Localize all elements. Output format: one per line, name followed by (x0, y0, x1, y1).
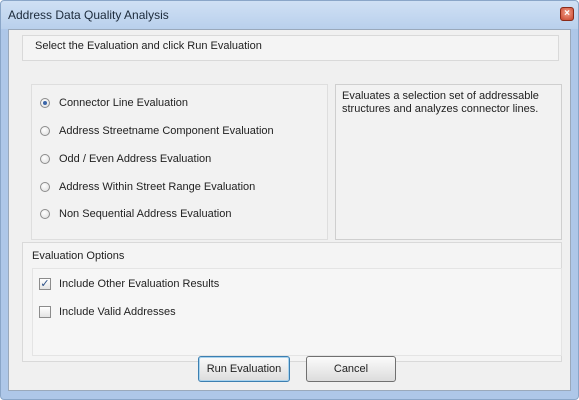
run-evaluation-button[interactable]: Run Evaluation (198, 356, 290, 382)
radio-button[interactable] (40, 126, 50, 136)
dialog-window: Address Data Quality Analysis × Select t… (0, 0, 579, 400)
checkbox-label[interactable]: Include Valid Addresses (59, 306, 176, 318)
radio-address-streetname-component-evaluation[interactable]: Address Streetname Component Evaluation (40, 123, 274, 139)
description-panel: Evaluates a selection set of addressable… (335, 84, 562, 240)
description-text: Evaluates a selection set of addressable… (342, 90, 539, 115)
checkbox[interactable]: ✓ (39, 278, 51, 290)
radio-button[interactable] (40, 182, 50, 192)
close-icon[interactable]: × (560, 7, 574, 21)
title-bar[interactable]: Address Data Quality Analysis × (1, 1, 578, 29)
radio-label[interactable]: Non Sequential Address Evaluation (59, 208, 231, 220)
radio-address-within-street-range-evaluation[interactable]: Address Within Street Range Evaluation (40, 179, 255, 195)
radio-button[interactable] (40, 98, 50, 108)
checkbox[interactable] (39, 306, 51, 318)
radio-label[interactable]: Connector Line Evaluation (59, 97, 188, 109)
dialog-client-area: Select the Evaluation and click Run Eval… (8, 29, 571, 391)
radio-label[interactable]: Address Within Street Range Evaluation (59, 181, 255, 193)
radio-label[interactable]: Odd / Even Address Evaluation (59, 153, 211, 165)
radio-non-sequential-address-evaluation[interactable]: Non Sequential Address Evaluation (40, 206, 231, 222)
instructions-text: Select the Evaluation and click Run Eval… (35, 40, 262, 52)
cancel-button[interactable]: Cancel (306, 356, 396, 382)
checkbox-include-valid-addresses[interactable]: Include Valid Addresses (39, 304, 176, 320)
radio-button[interactable] (40, 209, 50, 219)
checkbox-label[interactable]: Include Other Evaluation Results (59, 278, 219, 290)
radio-label[interactable]: Address Streetname Component Evaluation (59, 125, 274, 137)
radio-connector-line-evaluation[interactable]: Connector Line Evaluation (40, 95, 188, 111)
evaluation-options-header: Evaluation Options (32, 250, 125, 262)
window-title: Address Data Quality Analysis (8, 8, 169, 22)
radio-button[interactable] (40, 154, 50, 164)
radio-odd-even-address-evaluation[interactable]: Odd / Even Address Evaluation (40, 151, 211, 167)
checkbox-include-other-evaluation-results[interactable]: ✓ Include Other Evaluation Results (39, 276, 219, 292)
